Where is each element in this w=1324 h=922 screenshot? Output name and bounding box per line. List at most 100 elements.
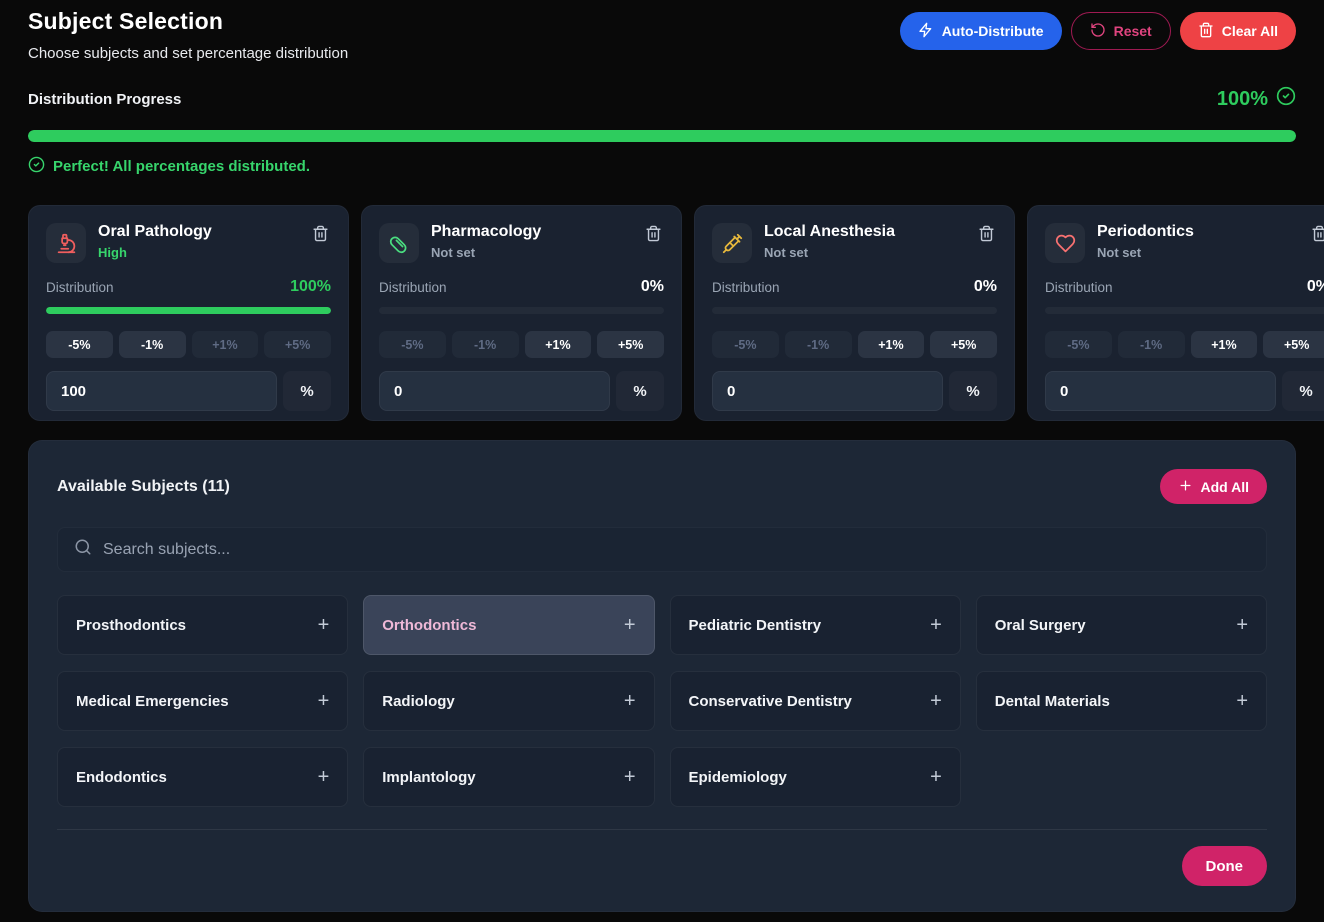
minus-5-button[interactable]: -5% [379, 331, 446, 358]
remove-subject-button[interactable] [643, 223, 664, 247]
subject-card-pharmacology: Pharmacology Not set Distribution 0% -5%… [361, 205, 682, 421]
distribution-row: Distribution 0% [379, 278, 664, 296]
distribution-row: Distribution 0% [712, 278, 997, 296]
plus-1-button[interactable]: +1% [1191, 331, 1258, 358]
plus-icon[interactable]: + [1236, 615, 1248, 635]
card-progress-fill [46, 307, 331, 314]
plus-5-button[interactable]: +5% [264, 331, 331, 358]
distribution-value: 0% [1307, 278, 1324, 296]
plus-icon[interactable]: + [624, 767, 636, 787]
trash-icon [645, 230, 662, 245]
percent-sign: % [1282, 371, 1324, 411]
plus-icon[interactable]: + [930, 615, 942, 635]
card-header: Periodontics Not set [1045, 223, 1324, 263]
progress-message-text: Perfect! All percentages distributed. [53, 158, 310, 175]
stepper-row: -5% -1% +1% +5% [379, 331, 664, 358]
plus-icon[interactable]: + [930, 691, 942, 711]
add-all-button[interactable]: Add All [1160, 469, 1267, 504]
page-title: Subject Selection [28, 8, 348, 35]
remove-subject-button[interactable] [310, 223, 331, 247]
auto-distribute-label: Auto-Distribute [942, 23, 1044, 39]
plus-1-button[interactable]: +1% [858, 331, 925, 358]
distribution-progress-bar [28, 130, 1296, 142]
stepper-row: -5% -1% +1% +5% [46, 331, 331, 358]
subject-chip-label: Pediatric Dentistry [689, 617, 822, 634]
clear-all-button[interactable]: Clear All [1180, 12, 1296, 50]
plus-icon[interactable]: + [624, 615, 636, 635]
card-title: Local Anesthesia [764, 223, 964, 241]
reset-label: Reset [1114, 23, 1152, 39]
subject-chip[interactable]: Implantology + [363, 747, 654, 807]
percent-sign: % [616, 371, 664, 411]
auto-distribute-button[interactable]: Auto-Distribute [900, 12, 1062, 50]
distribution-row: Distribution 100% [46, 278, 331, 296]
subject-chip[interactable]: Orthodontics + [363, 595, 654, 655]
clear-all-label: Clear All [1222, 23, 1278, 39]
card-title: Oral Pathology [98, 223, 298, 241]
remove-subject-button[interactable] [976, 223, 997, 247]
card-status: High [98, 245, 298, 260]
trash-icon [978, 230, 995, 245]
subject-chip[interactable]: Radiology + [363, 671, 654, 731]
percentage-input[interactable] [1045, 371, 1276, 411]
plus-icon[interactable]: + [624, 691, 636, 711]
subject-chip[interactable]: Pediatric Dentistry + [670, 595, 961, 655]
plus-5-button[interactable]: +5% [930, 331, 997, 358]
percent-sign: % [949, 371, 997, 411]
percentage-input[interactable] [712, 371, 943, 411]
percentage-input[interactable] [379, 371, 610, 411]
subject-chip[interactable]: Medical Emergencies + [57, 671, 348, 731]
subject-chip[interactable]: Prosthodontics + [57, 595, 348, 655]
card-titles: Pharmacology Not set [431, 223, 631, 260]
percentage-input[interactable] [46, 371, 277, 411]
plus-icon[interactable]: + [318, 767, 330, 787]
distribution-progress-fill [28, 130, 1296, 142]
stepper-row: -5% -1% +1% +5% [712, 331, 997, 358]
card-header: Local Anesthesia Not set [712, 223, 997, 263]
distribution-row: Distribution 0% [1045, 278, 1324, 296]
search-input[interactable] [103, 541, 1250, 559]
minus-1-button[interactable]: -1% [1118, 331, 1185, 358]
subject-chip[interactable]: Epidemiology + [670, 747, 961, 807]
plus-5-button[interactable]: +5% [597, 331, 664, 358]
available-subjects-title: Available Subjects (11) [57, 478, 230, 496]
trash-icon [312, 230, 329, 245]
available-subjects-panel: Available Subjects (11) Add All Prosthod… [28, 440, 1296, 912]
plus-1-button[interactable]: +1% [525, 331, 592, 358]
remove-subject-button[interactable] [1309, 223, 1324, 247]
card-progress-bar [1045, 307, 1324, 314]
minus-1-button[interactable]: -1% [785, 331, 852, 358]
minus-1-button[interactable]: -1% [452, 331, 519, 358]
card-status: Not set [1097, 245, 1297, 260]
subject-chip-label: Dental Materials [995, 693, 1110, 710]
subject-chip-label: Oral Surgery [995, 617, 1086, 634]
card-title: Periodontics [1097, 223, 1297, 241]
distribution-value: 100% [290, 278, 331, 296]
subject-chip[interactable]: Endodontics + [57, 747, 348, 807]
minus-5-button[interactable]: -5% [712, 331, 779, 358]
plus-5-button[interactable]: +5% [1263, 331, 1324, 358]
subject-chip[interactable]: Conservative Dentistry + [670, 671, 961, 731]
plus-icon[interactable]: + [1236, 691, 1248, 711]
reset-button[interactable]: Reset [1071, 12, 1171, 50]
minus-1-button[interactable]: -1% [119, 331, 186, 358]
subject-chip-label: Conservative Dentistry [689, 693, 852, 710]
plus-icon [1178, 478, 1193, 496]
subject-chip[interactable]: Dental Materials + [976, 671, 1267, 731]
plus-icon[interactable]: + [930, 767, 942, 787]
subject-chip[interactable]: Oral Surgery + [976, 595, 1267, 655]
plus-icon[interactable]: + [318, 691, 330, 711]
progress-header: Distribution Progress 100% [28, 86, 1296, 112]
minus-5-button[interactable]: -5% [46, 331, 113, 358]
microscope-icon [46, 223, 86, 263]
plus-icon[interactable]: + [318, 615, 330, 635]
trash-icon [1311, 230, 1324, 245]
distribution-label: Distribution [712, 280, 780, 295]
minus-5-button[interactable]: -5% [1045, 331, 1112, 358]
trash-icon [1198, 22, 1214, 41]
done-button[interactable]: Done [1182, 846, 1268, 886]
syringe-icon [712, 223, 752, 263]
subject-chip-label: Prosthodontics [76, 617, 186, 634]
check-circle-icon [1276, 86, 1296, 112]
plus-1-button[interactable]: +1% [192, 331, 259, 358]
